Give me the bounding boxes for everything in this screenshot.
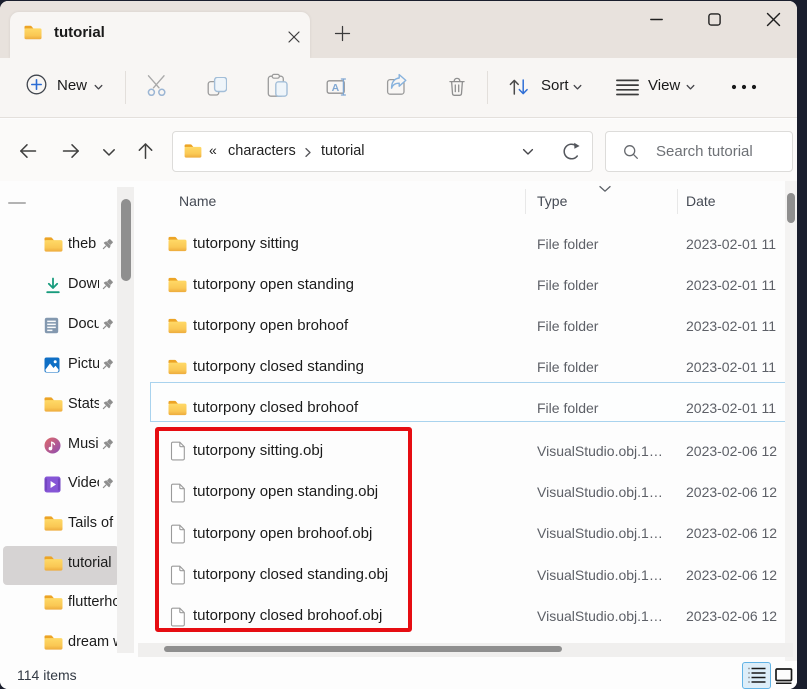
svg-text:A: A [332, 82, 340, 94]
